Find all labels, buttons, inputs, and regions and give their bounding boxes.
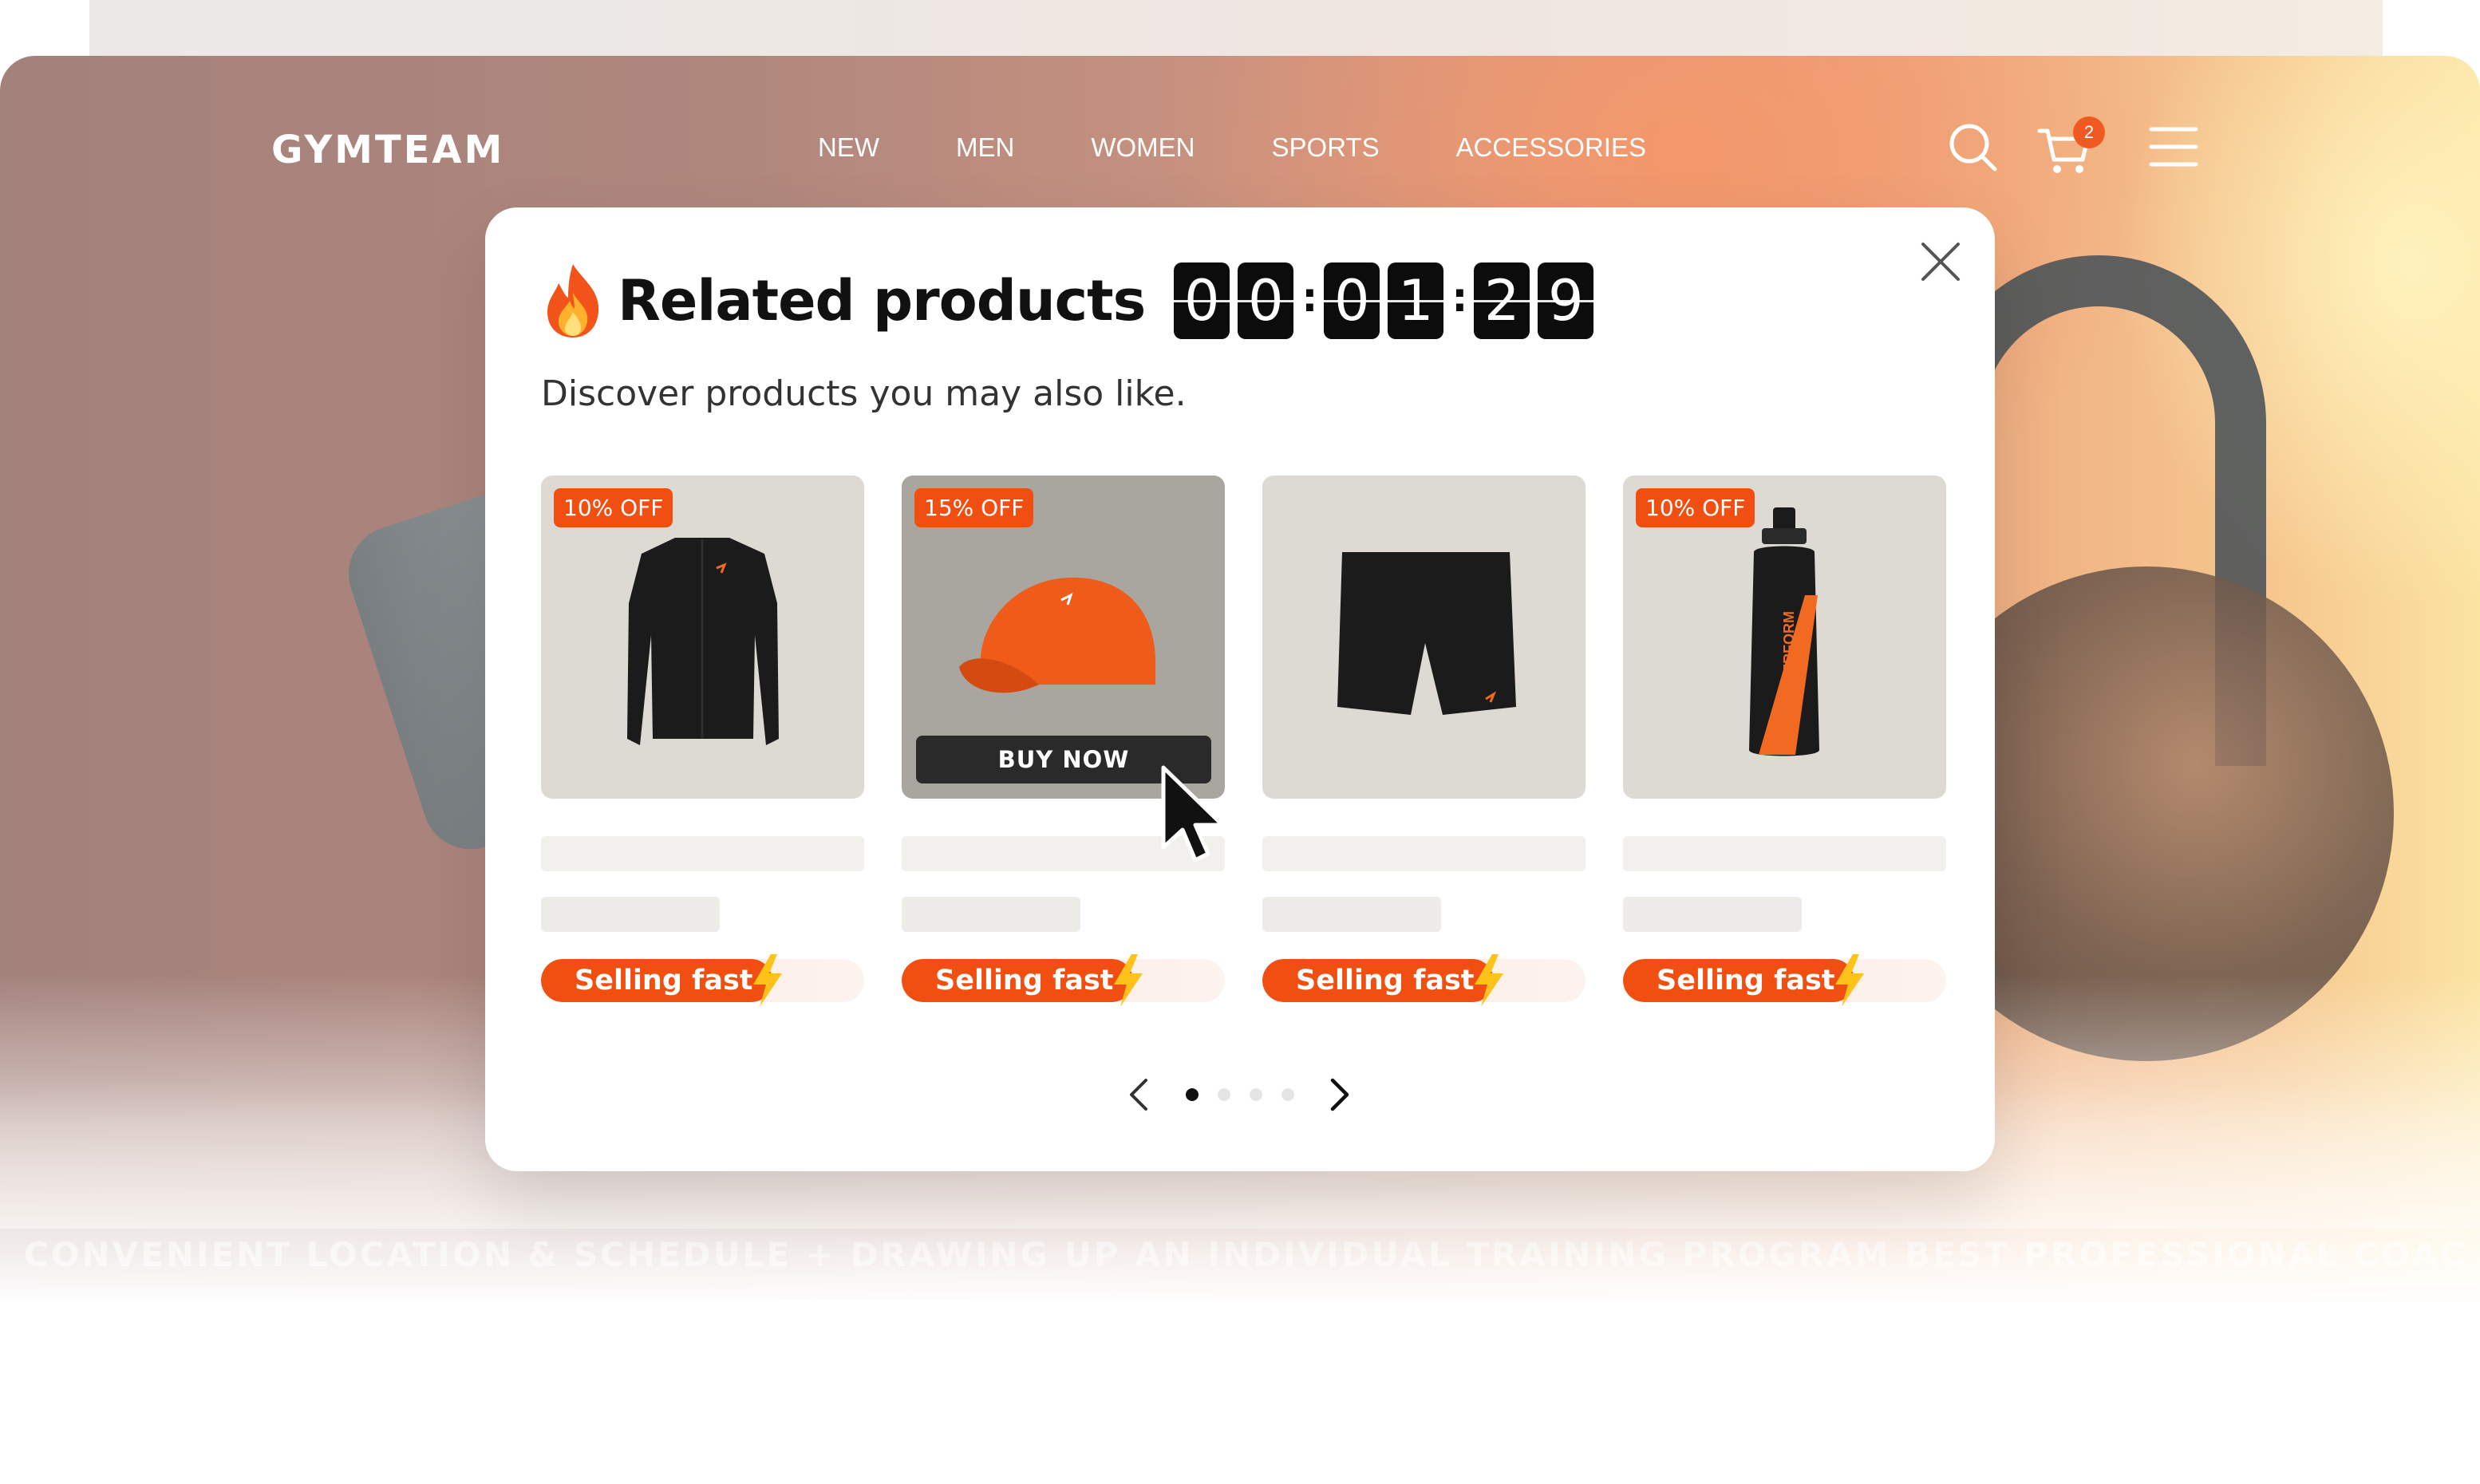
selling-fast-label: Selling fast: [541, 959, 772, 1002]
search-icon[interactable]: [1947, 120, 1998, 176]
product-card[interactable]: 10% OFF Selling fast: [541, 476, 864, 1018]
modal-title: Related products: [618, 268, 1146, 334]
product-card[interactable]: Selling fast: [1262, 476, 1586, 1018]
selling-fast-badge: Selling fast: [541, 959, 864, 1002]
lightning-icon: [1835, 954, 1864, 1007]
product-card[interactable]: 15% OFF BUY NOW Selling fast: [902, 476, 1225, 1018]
header-actions: 2: [1947, 116, 2210, 184]
timer-separator: :: [1451, 274, 1468, 321]
selling-fast-badge: Selling fast: [902, 959, 1225, 1002]
nav-item-men[interactable]: MEN: [956, 132, 1014, 163]
product-name-placeholder: [1623, 836, 1946, 871]
lightning-icon: [1114, 954, 1143, 1007]
product-price-placeholder: [541, 897, 720, 932]
selling-fast-label: Selling fast: [1623, 959, 1854, 1002]
nav-item-new[interactable]: NEW: [818, 132, 879, 163]
nav-item-accessories[interactable]: ACCESSORIES: [1456, 132, 1646, 163]
timer-digit: 2: [1474, 262, 1530, 339]
pagination-dot-2[interactable]: [1218, 1088, 1230, 1101]
shorts-icon: [1337, 552, 1516, 715]
bottle-text: PERFORM: [1781, 611, 1797, 683]
product-price-placeholder: [1623, 897, 1802, 932]
nav-item-women[interactable]: WOMEN: [1091, 132, 1195, 163]
timer-digit: 0: [1174, 262, 1230, 339]
discount-badge: 10% OFF: [1636, 488, 1755, 527]
product-card[interactable]: PERFORM 10% OFF Selling fast: [1623, 476, 1946, 1018]
countdown-timer: 0 0 : 0 1 : 2 9: [1174, 262, 1601, 339]
discount-badge: 10% OFF: [554, 488, 673, 527]
timer-digit: 9: [1538, 262, 1594, 339]
marquee-text: CONVENIENT LOCATION & SCHEDULE + DRAWING…: [24, 1235, 2466, 1274]
timer-separator: :: [1301, 274, 1318, 321]
product-image[interactable]: 10% OFF: [541, 476, 864, 799]
product-image[interactable]: 15% OFF BUY NOW: [902, 476, 1225, 799]
product-name-placeholder: [1262, 836, 1586, 871]
main-nav: NEW MEN WOMEN SPORTS ACCESSORIES: [818, 132, 1723, 163]
product-name-placeholder: [541, 836, 864, 871]
product-price-placeholder: [902, 897, 1080, 932]
close-icon[interactable]: [1917, 238, 1965, 286]
cart-button[interactable]: 2: [2036, 116, 2105, 184]
product-image[interactable]: [1262, 476, 1586, 799]
product-carousel: 10% OFF Selling fast 15% OFF BUY NOW Sel…: [541, 476, 1946, 1018]
discount-badge: 15% OFF: [914, 488, 1034, 527]
selling-fast-label: Selling fast: [902, 959, 1133, 1002]
selling-fast-badge: Selling fast: [1262, 959, 1586, 1002]
product-image[interactable]: PERFORM 10% OFF: [1623, 476, 1946, 799]
pagination-dot-4[interactable]: [1281, 1088, 1294, 1101]
pagination-dot-3[interactable]: [1250, 1088, 1262, 1101]
brand-logo[interactable]: GYMTEAM: [271, 128, 504, 172]
pagination-dot-1[interactable]: [1186, 1088, 1199, 1101]
timer-digit: 1: [1388, 262, 1444, 339]
selling-fast-label: Selling fast: [1262, 959, 1494, 1002]
timer-digit: 0: [1238, 262, 1294, 339]
lightning-icon: [753, 954, 782, 1007]
modal-subtitle: Discover products you may also like.: [541, 373, 1187, 414]
menu-icon[interactable]: [2148, 124, 2199, 169]
timer-digit: 0: [1324, 262, 1380, 339]
fire-icon: [547, 264, 599, 337]
mouse-cursor-icon: [1161, 765, 1225, 862]
selling-fast-badge: Selling fast: [1623, 959, 1946, 1002]
product-price-placeholder: [1262, 897, 1441, 932]
lightning-icon: [1475, 954, 1503, 1007]
related-products-modal: Related products 0 0 : 0 1 : 2 9 Discove…: [485, 207, 1995, 1171]
chevron-left-icon[interactable]: [1124, 1077, 1155, 1112]
modal-header: Related products 0 0 : 0 1 : 2 9: [541, 257, 1601, 345]
nav-item-sports[interactable]: SPORTS: [1272, 132, 1380, 163]
chevron-right-icon[interactable]: [1323, 1077, 1355, 1112]
carousel-pagination: [1124, 1071, 1363, 1119]
cart-count-badge: 2: [2073, 116, 2105, 148]
